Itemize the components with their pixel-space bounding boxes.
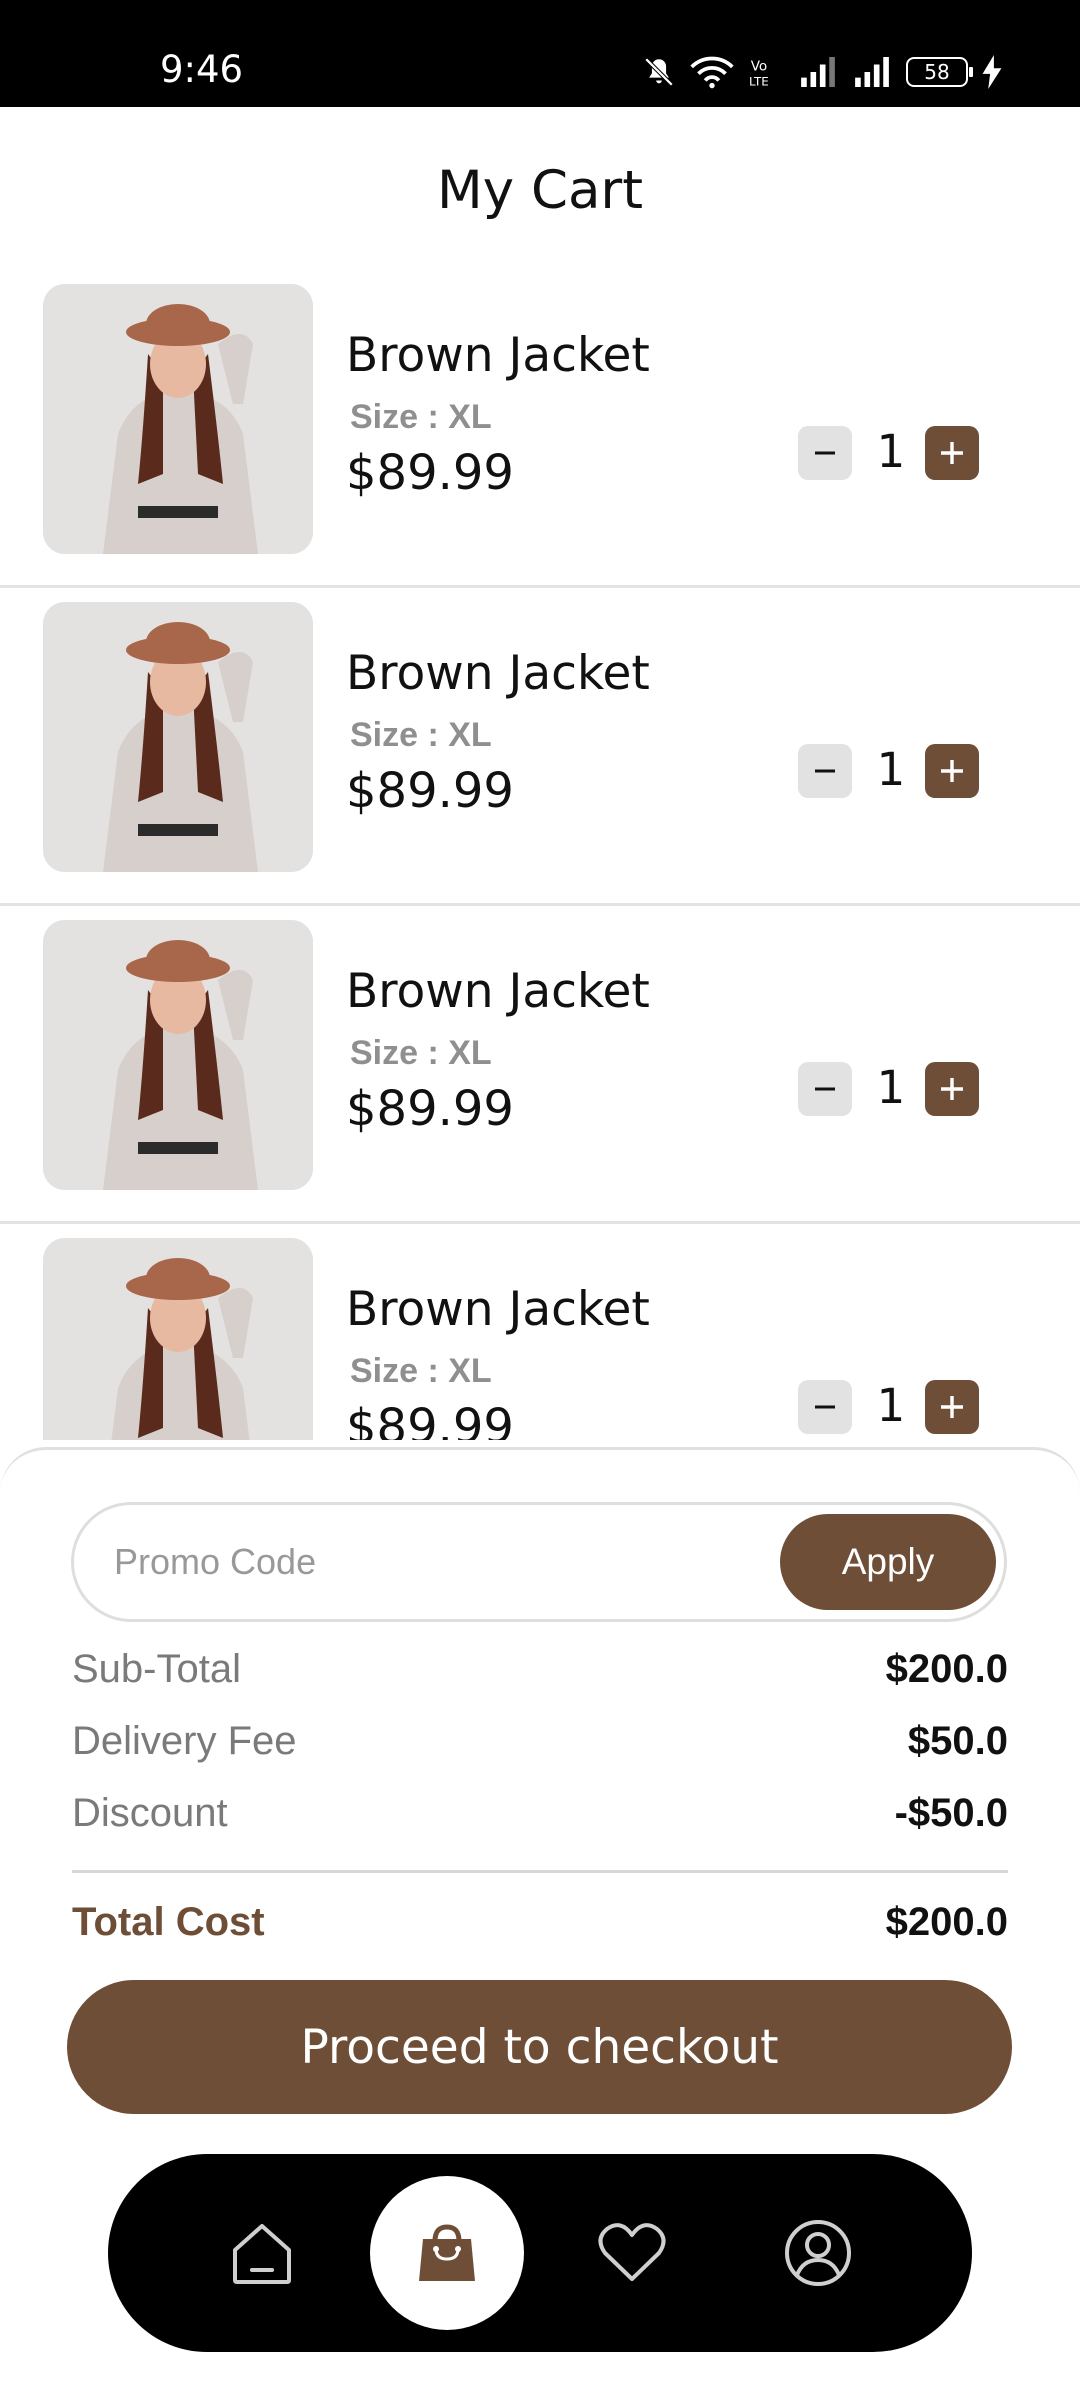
cart-list[interactable]: Brown Jacket Size : XL $89.99 1 Brown Ja… bbox=[0, 270, 1080, 1440]
nav-profile[interactable] bbox=[758, 2154, 878, 2352]
subtotal-value: $200.0 bbox=[885, 1647, 1008, 1691]
product-price: $89.99 bbox=[346, 445, 514, 501]
discount-row: Discount -$50.0 bbox=[72, 1791, 1008, 1847]
plus-icon bbox=[941, 760, 963, 782]
delivery-fee-value: $50.0 bbox=[907, 1719, 1008, 1763]
plus-icon bbox=[941, 1078, 963, 1100]
product-name: Brown Jacket bbox=[346, 646, 650, 701]
mute-notifications-icon bbox=[642, 55, 676, 89]
cart-item[interactable]: Brown Jacket Size : XL $89.99 1 bbox=[0, 588, 1080, 906]
svg-text:LTE: LTE bbox=[749, 75, 769, 89]
charging-icon bbox=[982, 55, 1002, 89]
increase-quantity-button[interactable] bbox=[925, 1380, 979, 1434]
quantity-value: 1 bbox=[876, 1061, 906, 1114]
product-price: $89.99 bbox=[346, 1081, 514, 1137]
promo-code-bar: Apply bbox=[71, 1502, 1007, 1622]
product-size: Size : XL bbox=[350, 1352, 492, 1390]
status-bar: 9:46 Vo LTE 58 bbox=[0, 0, 1080, 107]
status-time: 9:46 bbox=[160, 48, 244, 91]
cart-item[interactable]: Brown Jacket Size : XL $89.99 1 bbox=[0, 270, 1080, 588]
heart-icon bbox=[598, 2223, 666, 2281]
promo-code-input[interactable] bbox=[114, 1531, 714, 1593]
signal-1-icon bbox=[798, 57, 838, 87]
home-icon bbox=[233, 2224, 291, 2284]
volte-icon: Vo LTE bbox=[748, 55, 784, 89]
product-image[interactable] bbox=[43, 602, 313, 872]
bottom-navigation bbox=[108, 2154, 972, 2352]
svg-text:Vo: Vo bbox=[751, 58, 768, 74]
minus-icon bbox=[815, 1087, 835, 1091]
discount-label: Discount bbox=[72, 1791, 228, 1835]
product-image[interactable] bbox=[43, 1238, 313, 1440]
plus-icon bbox=[941, 1396, 963, 1418]
decrease-quantity-button[interactable] bbox=[798, 426, 852, 480]
shopping-bag-icon bbox=[419, 2224, 475, 2281]
checkout-button[interactable]: Proceed to checkout bbox=[67, 1980, 1012, 2114]
profile-icon bbox=[785, 2220, 851, 2286]
discount-value: -$50.0 bbox=[894, 1791, 1008, 1835]
product-name: Brown Jacket bbox=[346, 1282, 650, 1337]
product-size: Size : XL bbox=[350, 716, 492, 754]
decrease-quantity-button[interactable] bbox=[798, 1062, 852, 1116]
product-image[interactable] bbox=[43, 284, 313, 554]
product-price: $89.99 bbox=[346, 1399, 514, 1440]
total-cost-label: Total Cost bbox=[72, 1900, 265, 1944]
increase-quantity-button[interactable] bbox=[925, 744, 979, 798]
product-name: Brown Jacket bbox=[346, 328, 650, 383]
status-icons: Vo LTE 58 bbox=[642, 52, 1002, 92]
product-size: Size : XL bbox=[350, 1034, 492, 1072]
decrease-quantity-button[interactable] bbox=[798, 744, 852, 798]
quantity-value: 1 bbox=[876, 425, 906, 478]
apply-promo-button[interactable]: Apply bbox=[780, 1514, 996, 1610]
battery-icon: 58 bbox=[906, 57, 973, 87]
summary-divider bbox=[72, 1870, 1008, 1873]
nav-home[interactable] bbox=[202, 2154, 322, 2352]
cart-item[interactable]: Brown Jacket Size : XL $89.99 1 bbox=[0, 906, 1080, 1224]
quantity-value: 1 bbox=[876, 743, 906, 796]
page-title: My Cart bbox=[437, 160, 643, 221]
cart-screen: 9:46 Vo LTE 58 My Cart Brown Jacket Size… bbox=[0, 0, 1080, 2400]
plus-icon bbox=[941, 442, 963, 464]
increase-quantity-button[interactable] bbox=[925, 1062, 979, 1116]
subtotal-label: Sub-Total bbox=[72, 1647, 241, 1691]
decrease-quantity-button[interactable] bbox=[798, 1380, 852, 1434]
product-name: Brown Jacket bbox=[346, 964, 650, 1019]
total-cost-value: $200.0 bbox=[885, 1900, 1008, 1944]
product-price: $89.99 bbox=[346, 763, 514, 819]
product-size: Size : XL bbox=[350, 398, 492, 436]
cart-item[interactable]: Brown Jacket Size : XL $89.99 1 bbox=[0, 1224, 1080, 1440]
subtotal-row: Sub-Total $200.0 bbox=[72, 1647, 1008, 1703]
delivery-fee-row: Delivery Fee $50.0 bbox=[72, 1719, 1008, 1775]
quantity-value: 1 bbox=[876, 1379, 906, 1432]
total-cost-row: Total Cost $200.0 bbox=[72, 1900, 1008, 1956]
delivery-fee-label: Delivery Fee bbox=[72, 1719, 297, 1763]
increase-quantity-button[interactable] bbox=[925, 426, 979, 480]
signal-2-icon bbox=[852, 57, 892, 87]
minus-icon bbox=[815, 451, 835, 455]
minus-icon bbox=[815, 769, 835, 773]
nav-wishlist[interactable] bbox=[572, 2154, 692, 2352]
wifi-icon bbox=[690, 55, 734, 89]
product-image[interactable] bbox=[43, 920, 313, 1190]
nav-cart-active[interactable] bbox=[370, 2176, 524, 2330]
minus-icon bbox=[815, 1405, 835, 1409]
